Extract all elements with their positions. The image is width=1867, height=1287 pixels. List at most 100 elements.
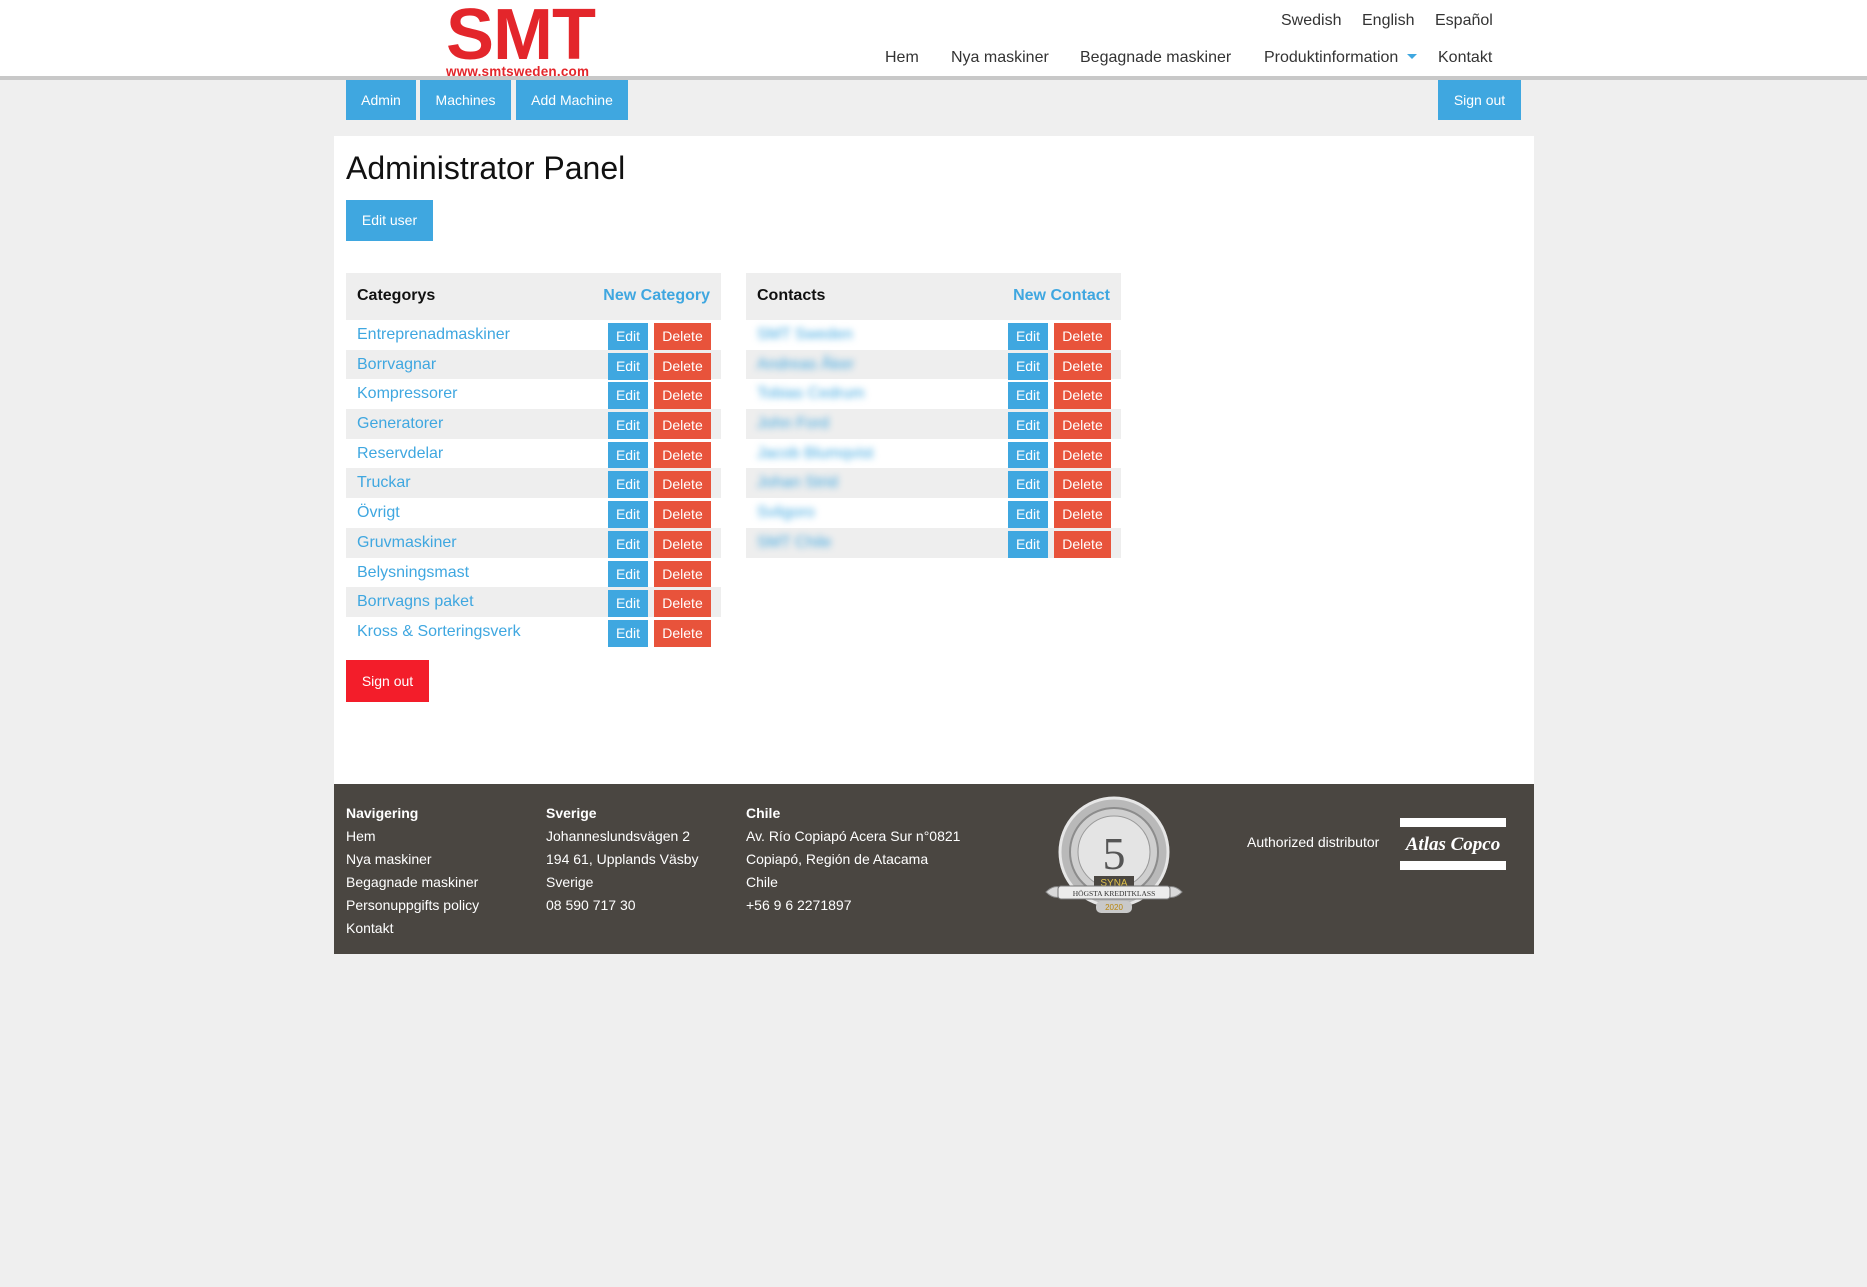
edit-button[interactable]: Edit: [608, 501, 648, 529]
contact-row: SMT Sweden Edit Delete: [746, 320, 1121, 350]
footer-link-nya-maskiner[interactable]: Nya maskiner: [346, 848, 479, 871]
delete-button[interactable]: Delete: [654, 412, 711, 440]
contact-row: SMT Chile Edit Delete: [746, 527, 1121, 558]
edit-button[interactable]: Edit: [1008, 323, 1048, 350]
contact-link[interactable]: Tobias Cedrum: [757, 385, 865, 403]
category-link[interactable]: Generatorer: [357, 415, 443, 433]
category-row: Reservdelar Edit Delete: [346, 439, 721, 469]
category-link[interactable]: Borrvagns paket: [357, 593, 474, 611]
contact-link[interactable]: Svligoro: [757, 504, 815, 522]
delete-button[interactable]: Delete: [654, 619, 711, 647]
contact-row: Jacob Blumqvist Edit Delete: [746, 439, 1121, 469]
categories-title: Categorys: [357, 287, 436, 304]
syna-credit-seal: 5 SYNA HÖGSTA KREDITKLASS 2020: [1045, 796, 1183, 913]
delete-button[interactable]: Delete: [654, 471, 711, 499]
contact-row: Andreas Åker Edit Delete: [746, 349, 1121, 380]
machines-button[interactable]: Machines: [420, 80, 511, 120]
category-row: Belysningsmast Edit Delete: [346, 558, 721, 588]
atlas-copco-logo[interactable]: Atlas Copco: [1400, 818, 1506, 870]
contact-link[interactable]: Jacob Blumqvist: [757, 445, 874, 463]
edit-button[interactable]: Edit: [1008, 352, 1048, 380]
footer-chile-line: Copiapó, Región de Atacama: [746, 851, 929, 867]
category-link[interactable]: Entreprenadmaskiner: [357, 326, 510, 344]
footer-nav-heading: Navigering: [346, 805, 419, 821]
contact-link[interactable]: SMT Sweden: [757, 326, 853, 344]
nav-hem[interactable]: Hem: [885, 49, 919, 67]
contacts-table: Contacts New Contact SMT Sweden Edit Delet…: [746, 273, 1121, 558]
edit-button[interactable]: Edit: [608, 323, 648, 350]
edit-button[interactable]: Edit: [608, 619, 648, 647]
new-category-link[interactable]: New Category: [603, 287, 710, 305]
logo-url: www.smtsweden.com: [446, 64, 590, 79]
delete-button[interactable]: Delete: [654, 323, 711, 350]
sign-out-button[interactable]: Sign out: [346, 660, 429, 702]
edit-button[interactable]: Edit: [1008, 530, 1048, 558]
delete-button[interactable]: Delete: [654, 501, 711, 529]
delete-button[interactable]: Delete: [1054, 323, 1111, 350]
delete-button[interactable]: Delete: [1054, 382, 1111, 410]
nav-kontakt[interactable]: Kontakt: [1438, 49, 1492, 67]
footer-link-personuppgifts-policy[interactable]: Personuppgifts policy: [346, 894, 479, 917]
edit-button[interactable]: Edit: [1008, 501, 1048, 529]
footer-chile-heading: Chile: [746, 805, 781, 821]
footer-link-begagnade-maskiner[interactable]: Begagnade maskiner: [346, 871, 479, 894]
nav-begagnade-maskiner[interactable]: Begagnade maskiner: [1080, 49, 1231, 67]
delete-button[interactable]: Delete: [654, 352, 711, 380]
site-footer: Navigering Hem Nya maskiner Begagnade ma…: [334, 784, 1534, 954]
delete-button[interactable]: Delete: [654, 441, 711, 469]
edit-button[interactable]: Edit: [608, 352, 648, 380]
edit-button[interactable]: Edit: [608, 382, 648, 410]
contact-link[interactable]: Johan Strid: [757, 474, 838, 492]
contacts-title: Contacts: [757, 287, 826, 304]
contact-link[interactable]: John Ford: [757, 415, 829, 433]
authorized-distributor-label: Authorized distributor: [1247, 834, 1380, 850]
contact-link[interactable]: Andreas Åker: [757, 356, 854, 374]
sign-out-top-button[interactable]: Sign out: [1438, 80, 1521, 120]
edit-button[interactable]: Edit: [1008, 471, 1048, 499]
delete-button[interactable]: Delete: [654, 590, 711, 618]
category-link[interactable]: Gruvmaskiner: [357, 534, 457, 552]
delete-button[interactable]: Delete: [1054, 412, 1111, 440]
nav-produktinformation[interactable]: Produktinformation: [1264, 49, 1418, 67]
edit-button[interactable]: Edit: [608, 471, 648, 499]
delete-button[interactable]: Delete: [654, 530, 711, 558]
smt-logo[interactable]: SMT www.smtsweden.com: [446, 0, 622, 79]
category-link[interactable]: Kompressorer: [357, 385, 457, 403]
edit-button[interactable]: Edit: [608, 560, 648, 588]
category-link[interactable]: Reservdelar: [357, 445, 443, 463]
delete-button[interactable]: Delete: [1054, 352, 1111, 380]
category-link[interactable]: Borrvagnar: [357, 356, 436, 374]
edit-user-button[interactable]: Edit user: [346, 200, 433, 241]
delete-button[interactable]: Delete: [654, 560, 711, 588]
delete-button[interactable]: Delete: [1054, 441, 1111, 469]
new-contact-link[interactable]: New Contact: [1013, 287, 1110, 305]
contact-link[interactable]: SMT Chile: [757, 534, 831, 552]
lang-english[interactable]: English: [1362, 12, 1414, 30]
delete-button[interactable]: Delete: [1054, 530, 1111, 558]
footer-link-kontakt[interactable]: Kontakt: [346, 917, 479, 940]
add-machine-button[interactable]: Add Machine: [516, 80, 628, 120]
footer-link-hem[interactable]: Hem: [346, 825, 479, 848]
admin-button[interactable]: Admin: [346, 80, 416, 120]
category-row: Generatorer Edit Delete: [346, 409, 721, 440]
edit-button[interactable]: Edit: [1008, 441, 1048, 469]
edit-button[interactable]: Edit: [608, 590, 648, 618]
nav-nya-maskiner[interactable]: Nya maskiner: [951, 49, 1049, 67]
category-link[interactable]: Kross & Sorteringsverk: [357, 623, 521, 641]
footer-chile-phone: +56 9 6 2271897: [746, 897, 852, 913]
category-link[interactable]: Övrigt: [357, 504, 400, 522]
edit-button[interactable]: Edit: [608, 441, 648, 469]
category-row: Truckar Edit Delete: [346, 468, 721, 499]
delete-button[interactable]: Delete: [1054, 501, 1111, 529]
category-link[interactable]: Truckar: [357, 474, 411, 492]
edit-button[interactable]: Edit: [608, 412, 648, 440]
edit-button[interactable]: Edit: [1008, 412, 1048, 440]
lang-swedish[interactable]: Swedish: [1281, 12, 1341, 30]
edit-button[interactable]: Edit: [608, 530, 648, 558]
delete-button[interactable]: Delete: [1054, 471, 1111, 499]
logo-text: SMT: [446, 0, 596, 75]
category-link[interactable]: Belysningsmast: [357, 564, 469, 582]
delete-button[interactable]: Delete: [654, 382, 711, 410]
edit-button[interactable]: Edit: [1008, 382, 1048, 410]
lang-espanol[interactable]: Español: [1435, 12, 1493, 30]
